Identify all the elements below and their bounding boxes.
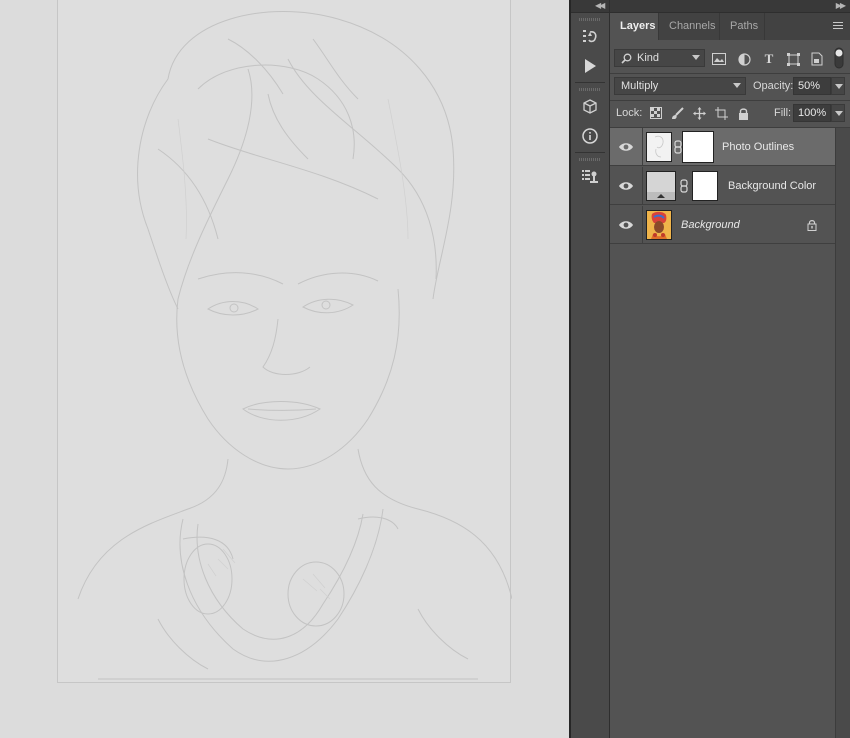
layer-name[interactable]: Background Color: [728, 167, 816, 205]
strip-separator: [575, 152, 605, 153]
collapsed-panel-strip: ◀◀: [571, 0, 610, 738]
panel-menu-icon[interactable]: [833, 22, 843, 31]
visibility-eye-icon[interactable]: [618, 180, 634, 192]
layer-mask-thumbnail[interactable]: [692, 171, 718, 201]
3d-cube-icon[interactable]: [577, 94, 603, 120]
visibility-eye-icon[interactable]: [618, 141, 634, 153]
type-filter-icon[interactable]: T: [760, 50, 778, 68]
eye-column-divider: [642, 128, 643, 166]
layer-mask-thumbnail[interactable]: [682, 131, 714, 163]
layer-row-background[interactable]: Background: [610, 206, 835, 244]
info-icon[interactable]: [577, 123, 603, 149]
chevron-down-icon: [692, 55, 700, 60]
lock-artboard-icon[interactable]: [713, 105, 729, 121]
history-icon[interactable]: [577, 24, 603, 50]
fill-dropdown[interactable]: [831, 104, 845, 122]
search-icon: [621, 53, 632, 64]
tab-layers[interactable]: Layers: [610, 13, 658, 40]
filter-toggle-icon[interactable]: [834, 47, 844, 69]
opacity-dropdown[interactable]: [831, 77, 845, 95]
blend-mode-dropdown[interactable]: Multiply: [614, 77, 746, 95]
blend-mode-value: Multiply: [621, 80, 659, 92]
chevron-down-icon: [835, 84, 843, 89]
panel-divider-line: [610, 73, 850, 74]
layer-name[interactable]: Photo Outlines: [722, 128, 794, 166]
filter-kind-label: Kind: [637, 52, 660, 64]
lock-image-pixels-icon[interactable]: [669, 105, 685, 121]
strip-separator: [575, 82, 605, 83]
opacity-label: Opacity:: [753, 80, 794, 92]
panel-tabs: Layers Channels Paths: [610, 13, 850, 40]
layer-thumbnail[interactable]: [646, 210, 672, 240]
layer-name[interactable]: Background: [681, 206, 740, 244]
fill-label: Fill:: [774, 107, 792, 119]
lock-all-icon[interactable]: [735, 105, 751, 121]
panel-header: ▶▶: [610, 0, 850, 13]
document-canvas[interactable]: [57, 0, 512, 683]
layer-row-photo-outlines[interactable]: Photo Outlines: [610, 128, 835, 166]
strip-grip[interactable]: [579, 88, 601, 91]
mask-link-icon[interactable]: [674, 140, 682, 154]
layers-panel: ▶▶ Layers Channels Paths Kind T Multiply…: [610, 0, 850, 738]
strip-grip[interactable]: [579, 18, 601, 21]
layer-thumbnail[interactable]: [646, 132, 672, 162]
actions-play-icon[interactable]: [577, 53, 603, 79]
layer-lock-icon: [807, 220, 817, 231]
photo-outline-sketch: [77, 11, 512, 680]
eye-column-divider: [642, 206, 643, 244]
collapse-right-icon[interactable]: ▶▶: [836, 0, 846, 12]
opacity-input[interactable]: 50%: [793, 77, 831, 95]
lock-position-icon[interactable]: [691, 105, 707, 121]
filter-kind-dropdown[interactable]: Kind: [614, 49, 705, 67]
adjustment-filter-icon[interactable]: [735, 50, 753, 68]
layers-scrollbar[interactable]: [835, 128, 850, 738]
eye-column-divider: [642, 167, 643, 205]
strip-grip[interactable]: [579, 158, 601, 161]
fill-layer-thumbnail[interactable]: [646, 171, 676, 201]
tab-separator: [764, 13, 765, 40]
shape-filter-icon[interactable]: [784, 50, 802, 68]
layer-row-background-color[interactable]: Background Color: [610, 167, 835, 205]
fill-input[interactable]: 100%: [793, 104, 831, 122]
collapse-left-icon[interactable]: ◀◀: [595, 0, 605, 12]
canvas-area[interactable]: [0, 0, 569, 738]
tab-channels[interactable]: Channels: [659, 13, 719, 40]
tab-paths[interactable]: Paths: [720, 13, 764, 40]
visibility-eye-icon[interactable]: [618, 219, 634, 231]
lock-transparent-pixels-icon[interactable]: [648, 105, 664, 121]
image-filter-icon[interactable]: [710, 50, 728, 68]
tool-presets-icon[interactable]: [577, 164, 603, 190]
strip-header: ◀◀: [571, 0, 609, 13]
chevron-down-icon: [835, 111, 843, 116]
lock-label: Lock:: [616, 107, 643, 119]
smart-object-filter-icon[interactable]: [808, 50, 826, 68]
chevron-down-icon: [733, 83, 741, 88]
panel-divider-line: [610, 100, 850, 101]
mask-link-icon[interactable]: [680, 179, 688, 193]
